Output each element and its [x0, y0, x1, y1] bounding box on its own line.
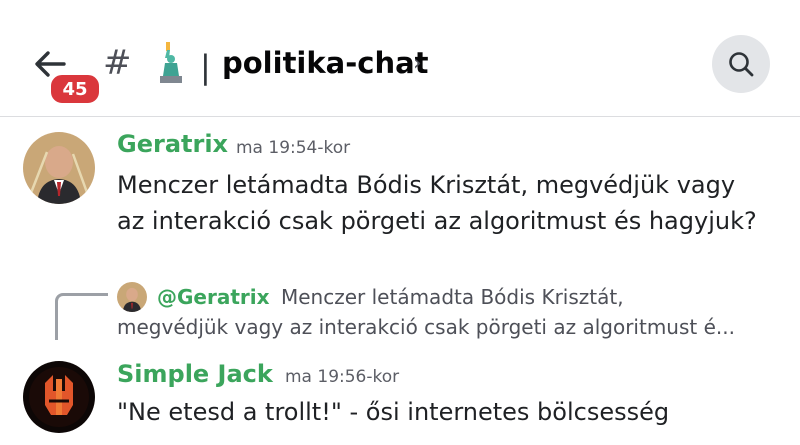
avatar[interactable] [23, 132, 95, 204]
hash-icon: # [103, 43, 132, 83]
reply-preview-text[interactable]: Menczer letámadta Bódis Krisztát, [281, 285, 624, 309]
message-author[interactable]: Geratrix [117, 130, 228, 158]
reply-preview-text[interactable]: megvédjük vagy az interakció csak pörget… [117, 315, 735, 339]
channel-name[interactable]: politika-chat [222, 46, 429, 80]
chevron-right-icon[interactable]: › [413, 51, 422, 76]
title-separator: | [200, 48, 211, 86]
reply-author[interactable]: @Geratrix [157, 285, 270, 309]
message-text-line: Menczer letámadta Bódis Krisztát, megvéd… [117, 171, 736, 199]
horde-emblem-icon [23, 361, 95, 433]
message-timestamp: ma 19:54-kor [236, 138, 351, 158]
search-icon [729, 52, 754, 77]
unread-badge: 45 [48, 72, 102, 106]
statue-of-liberty-icon [160, 42, 182, 83]
reply-avatar [117, 282, 147, 312]
search-button[interactable] [712, 35, 770, 93]
reply-connector [55, 293, 108, 340]
message-text-line: az interakció csak pörgeti az algoritmus… [117, 207, 757, 235]
user-portrait-icon [117, 282, 147, 312]
avatar[interactable] [23, 361, 95, 433]
user-portrait-icon [23, 132, 95, 204]
message-author[interactable]: Simple Jack [117, 360, 273, 388]
channel-header: 45 # | politika-chat › [0, 0, 800, 117]
message-text-line: "Ne etesd a trollt!" - ősi internetes bö… [117, 398, 670, 426]
message-timestamp: ma 19:56-kor [285, 367, 400, 387]
